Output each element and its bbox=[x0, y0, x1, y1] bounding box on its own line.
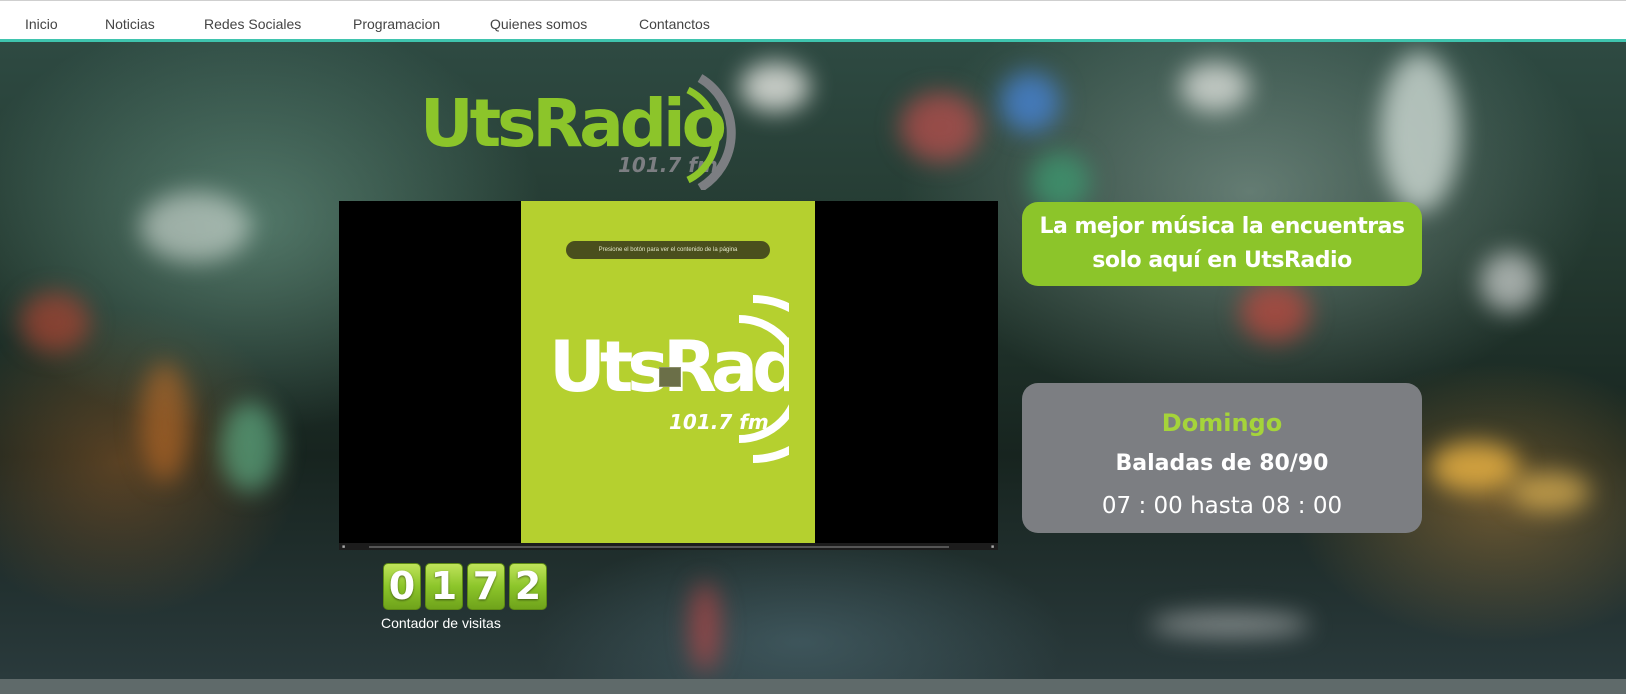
counter-label: Contador de visitas bbox=[381, 615, 501, 631]
nav-item-noticias[interactable]: Noticias bbox=[105, 16, 155, 32]
slogan-box: La mejor música la encuentras solo aquí … bbox=[1022, 202, 1422, 286]
schedule-day: Domingo bbox=[1161, 409, 1283, 437]
schedule-box: Domingo Baladas de 80/90 07 : 00 hasta 0… bbox=[1022, 383, 1422, 533]
seek-bar[interactable] bbox=[369, 546, 949, 548]
nav-item-contanctos[interactable]: Contanctos bbox=[639, 16, 710, 32]
slogan-line-2: solo aquí en UtsRadio bbox=[1092, 248, 1352, 273]
nav-item-redes-sociales[interactable]: Redes Sociales bbox=[204, 16, 301, 32]
counter-digit: 7 bbox=[467, 563, 505, 610]
play-icon[interactable] bbox=[659, 367, 681, 387]
play-pause-icon[interactable]: ■ bbox=[342, 544, 345, 550]
counter-digit: 0 bbox=[383, 563, 421, 610]
fullscreen-icon[interactable]: ■ bbox=[991, 544, 994, 550]
top-nav: Inicio Noticias Redes Sociales Programac… bbox=[0, 0, 1626, 42]
counter-digit: 1 bbox=[425, 563, 463, 610]
slogan-line-1: La mejor música la encuentras bbox=[1039, 214, 1405, 239]
schedule-time: 07 : 00 hasta 08 : 00 bbox=[1101, 493, 1343, 519]
video-player[interactable]: Presione el botón para ver el contenido … bbox=[339, 201, 998, 550]
logo-brand-text: UtsRadio bbox=[420, 85, 725, 162]
poster-frequency-text: 101.7 fm bbox=[669, 410, 769, 434]
video-poster: Presione el botón para ver el contenido … bbox=[521, 201, 815, 550]
nav-item-quienes-somos[interactable]: Quienes somos bbox=[490, 16, 587, 32]
footer-strip bbox=[0, 679, 1626, 694]
counter-digit: 2 bbox=[509, 563, 547, 610]
schedule-show: Baladas de 80/90 bbox=[1115, 451, 1329, 476]
utsradio-logo[interactable]: UtsRadio 101.7 fm bbox=[420, 72, 780, 190]
player-controls[interactable]: ■ ■ bbox=[339, 543, 998, 550]
player-notice: Presione el botón para ver el contenido … bbox=[566, 241, 770, 259]
nav-item-programacion[interactable]: Programacion bbox=[353, 16, 440, 32]
nav-item-inicio[interactable]: Inicio bbox=[25, 16, 58, 32]
